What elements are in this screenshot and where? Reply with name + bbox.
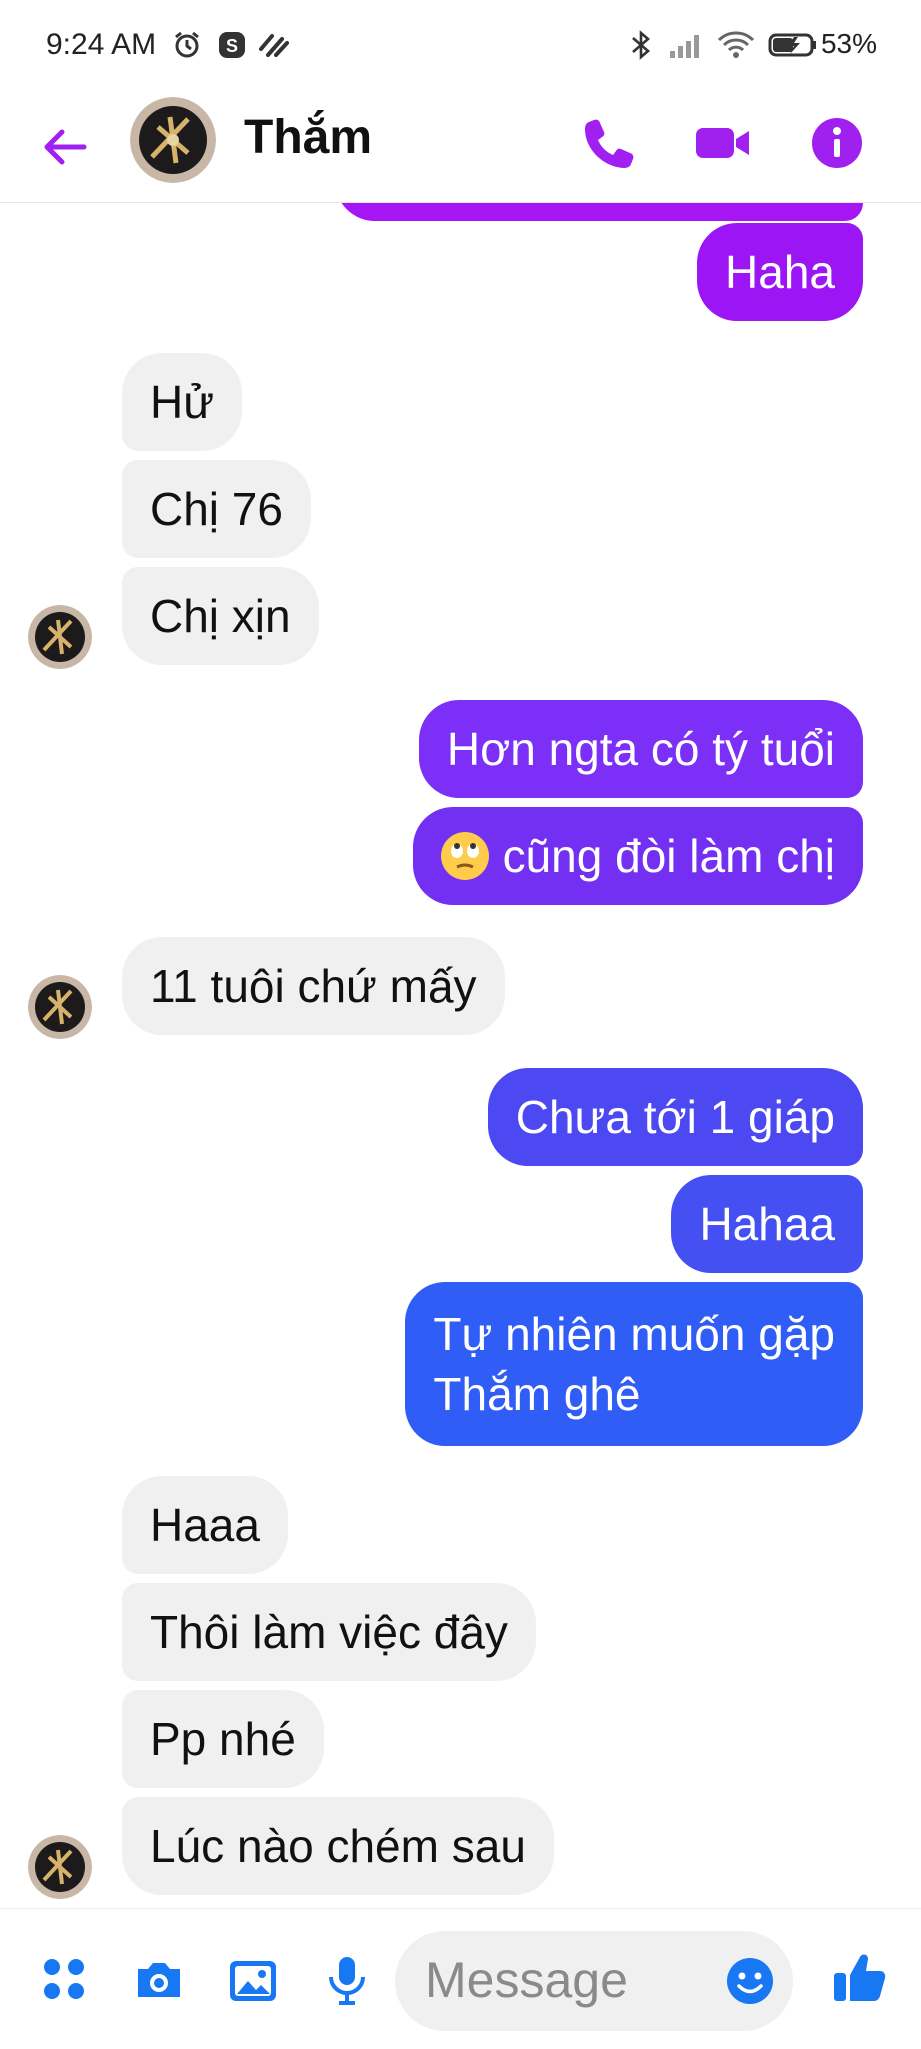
- message-bubble-incoming[interactable]: Haaa: [122, 1476, 288, 1574]
- emoji-icon[interactable]: [725, 1956, 775, 2006]
- message-bubble-outgoing[interactable]: Hơn ngta có tý tuổi: [418, 700, 863, 798]
- alarm-icon: [172, 30, 202, 60]
- contact-avatar[interactable]: [130, 97, 216, 183]
- contact-avatar-small: [28, 605, 92, 669]
- rolling-eyes-emoji: [440, 832, 489, 880]
- chat-header: Thắm: [0, 92, 921, 203]
- contact-avatar-small: [28, 975, 92, 1039]
- message-bubble-incoming[interactable]: 11 tuôi chứ mấy: [122, 937, 505, 1035]
- message-text-line: Tự nhiên muốn gặp: [433, 1308, 835, 1360]
- signal-icon: [668, 30, 706, 60]
- video-call-icon[interactable]: [694, 114, 752, 172]
- battery-percent: 53%: [820, 28, 877, 59]
- thumbs-up-icon[interactable]: [830, 1947, 890, 2007]
- message-bubble-incoming[interactable]: Chị xịn: [122, 567, 319, 665]
- message-placeholder: Message: [425, 1952, 628, 2008]
- message-composer: Message: [0, 1908, 921, 2049]
- battery-charging-icon: [768, 30, 818, 60]
- message-bubble-incoming[interactable]: Chị 76: [122, 460, 311, 558]
- message-thread[interactable]: Haha Hử Chị 76 Chị xịn Hơn ngta có tý tu…: [0, 203, 921, 1908]
- contact-name[interactable]: Thắm: [244, 110, 372, 165]
- info-icon[interactable]: [808, 114, 866, 172]
- contact-avatar-small: [28, 1835, 92, 1899]
- message-bubble-outgoing[interactable]: Tự nhiên muốn gặp Thắm ghê: [405, 1282, 863, 1446]
- message-text: cũng đòi làm chị: [502, 830, 835, 882]
- message-bubble-incoming[interactable]: Hử: [122, 353, 243, 451]
- message-bubble-outgoing[interactable]: Hahaa: [671, 1175, 863, 1273]
- apps-icon[interactable]: [38, 1953, 92, 2007]
- status-bar: 9:24 AM S 53%: [0, 0, 921, 92]
- message-bubble-outgoing[interactable]: cũng đòi làm chị: [412, 807, 863, 905]
- s-app-icon: S: [218, 30, 246, 60]
- svg-text:S: S: [226, 36, 238, 56]
- gallery-icon[interactable]: [226, 1953, 280, 2007]
- camera-icon[interactable]: [132, 1953, 186, 2007]
- back-arrow-icon[interactable]: [40, 122, 90, 172]
- status-time: 9:24 AM: [46, 28, 157, 61]
- message-bubble-outgoing[interactable]: Haha: [697, 223, 863, 321]
- phone-icon[interactable]: [580, 114, 638, 172]
- notification-icon: [258, 30, 290, 60]
- message-bubble-incoming[interactable]: Pp nhé: [122, 1690, 324, 1788]
- bluetooth-icon: [630, 30, 652, 60]
- message-bubble-incoming[interactable]: Thôi làm việc đây: [122, 1583, 536, 1681]
- message-input[interactable]: Message: [395, 1931, 793, 2031]
- wifi-icon: [716, 30, 756, 60]
- message-text-line: Thắm ghê: [433, 1368, 641, 1420]
- message-bubble-outgoing[interactable]: Chưa tới 1 giáp: [487, 1068, 863, 1166]
- message-bubble-incoming[interactable]: Lúc nào chém sau: [122, 1797, 554, 1895]
- message-bubble-partial: [335, 203, 863, 221]
- microphone-icon[interactable]: [320, 1953, 374, 2007]
